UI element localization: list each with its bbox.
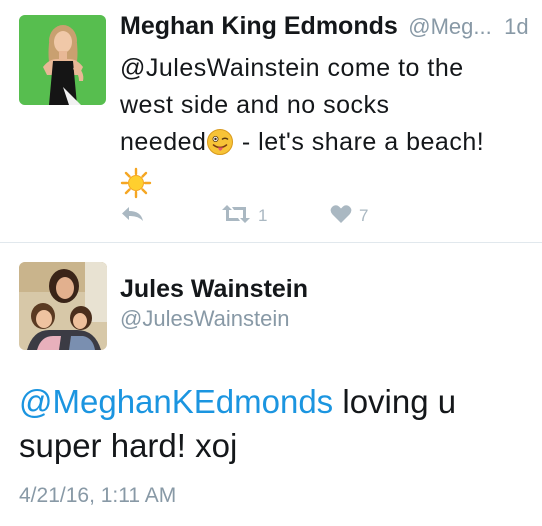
- winking-tongue-emoji-icon: [206, 128, 234, 167]
- author-name[interactable]: Meghan King Edmonds: [120, 12, 398, 40]
- like-count: 7: [359, 206, 369, 225]
- avatar-meghan-image: [19, 15, 106, 105]
- reply-icon: [120, 204, 146, 229]
- tweet-text-line: needed - let's share a beach!: [120, 124, 530, 167]
- tweet-text-line: @MeghanKEdmonds loving u: [19, 380, 529, 424]
- author-name[interactable]: Jules Wainstein: [120, 275, 308, 304]
- avatar-jules-image: [19, 262, 107, 350]
- tweet-text: @JulesWainstein come to the west side an…: [120, 50, 530, 210]
- avatar-jules[interactable]: [19, 262, 107, 350]
- tweet-text-fragment: - let's share a beach!: [234, 128, 485, 156]
- tweet-text-line: @JulesWainstein come to the: [120, 54, 464, 82]
- tweet-meghan[interactable]: Meghan King Edmonds @Meg... 1d @JulesWai…: [0, 0, 542, 242]
- heart-icon: [329, 203, 353, 230]
- tweet-text-fragment: loving u: [333, 383, 457, 420]
- tweet-header: Meghan King Edmonds @Meg... 1d: [120, 12, 530, 44]
- like-button[interactable]: 7: [329, 203, 368, 229]
- tweet-text-fragment: needed: [120, 128, 207, 156]
- tweet-text-line: super hard! xoj: [19, 427, 238, 464]
- reply-button[interactable]: [120, 203, 146, 229]
- retweet-button[interactable]: 1: [220, 203, 267, 229]
- tweet-timestamp[interactable]: 1d: [504, 14, 528, 39]
- tweet-actions: 1 7: [120, 203, 420, 229]
- author-handle[interactable]: @Meg...: [408, 14, 491, 39]
- tweet-date: 4/21/16, 1:11 AM: [19, 484, 177, 507]
- tweet-divider: [0, 242, 542, 243]
- author-handle[interactable]: @JulesWainstein: [120, 306, 289, 332]
- tweet-thread-screen: Meghan King Edmonds @Meg... 1d @JulesWai…: [0, 0, 542, 526]
- mention-link[interactable]: @MeghanKEdmonds: [19, 383, 333, 420]
- retweet-count: 1: [258, 206, 268, 225]
- avatar-meghan[interactable]: [19, 15, 106, 105]
- tweet-text-line: west side and no socks: [120, 91, 390, 119]
- retweet-icon: [220, 203, 252, 230]
- tweet-text: @MeghanKEdmonds loving u super hard! xoj: [19, 380, 529, 468]
